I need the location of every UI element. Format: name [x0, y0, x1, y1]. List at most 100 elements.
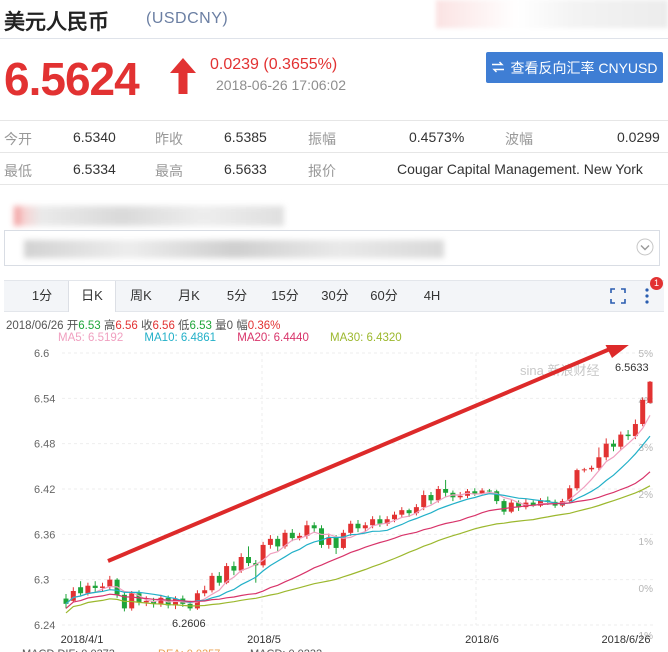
blurred-region — [436, 0, 668, 28]
candle — [486, 490, 492, 492]
tab-15min[interactable]: 15分 — [268, 281, 302, 311]
tab-4h[interactable]: 4H — [418, 281, 446, 311]
y-tick-label: 6.48 — [34, 439, 55, 451]
candle — [428, 495, 434, 501]
page-title: 美元人民币 — [4, 11, 109, 34]
candle — [603, 443, 609, 458]
candle — [85, 585, 91, 594]
tab-1min[interactable]: 1分 — [26, 281, 58, 311]
candle — [362, 525, 368, 529]
candle — [377, 519, 383, 524]
candle — [625, 434, 631, 437]
close-value: 6.56 — [152, 320, 175, 332]
y-tick-label: 6.42 — [34, 484, 55, 496]
candle — [333, 537, 339, 548]
stats-row: 最低 6.5334 最高 6.5633 报价 Cougar Capital Ma… — [0, 152, 668, 185]
percent-tick-label: 1% — [639, 537, 654, 548]
stat-label: 最高 — [155, 163, 183, 179]
swap-icon — [491, 60, 505, 76]
tab-weekly[interactable]: 周K — [124, 281, 158, 311]
stat-value: 6.5385 — [224, 129, 267, 145]
arrow-up-icon — [168, 56, 198, 101]
ma5-label: MA5: 6.5192 — [58, 332, 124, 344]
ma-line — [65, 435, 651, 605]
candle — [443, 489, 449, 493]
stat-label: 最低 — [4, 163, 32, 179]
candle — [399, 510, 405, 515]
y-tick-label: 6.36 — [34, 529, 55, 541]
legend-date: 2018/06/26 — [6, 320, 64, 332]
stats-row: 今开 6.5340 昨收 6.5385 振幅 0.4573% 波幅 0.0299 — [0, 120, 668, 153]
candle — [596, 457, 602, 468]
stat-value: 6.5633 — [224, 161, 267, 177]
stat-label: 昨收 — [155, 131, 183, 147]
candle — [107, 579, 113, 587]
blurred-region — [24, 240, 444, 258]
candle — [457, 495, 463, 498]
moving-averages — [65, 415, 651, 614]
ma10-label: MA10: 6.4861 — [144, 332, 217, 344]
tab-60min[interactable]: 60分 — [366, 281, 402, 311]
x-tick-label: 2018/4/1 — [61, 634, 104, 646]
candle — [246, 557, 251, 564]
fullscreen-icon[interactable] — [610, 288, 626, 309]
tab-monthly[interactable]: 月K — [172, 281, 206, 311]
open-value: 6.53 — [78, 320, 101, 332]
candle — [392, 514, 397, 520]
candle — [581, 469, 587, 471]
candle — [209, 575, 215, 591]
candle — [158, 597, 164, 604]
candle — [370, 519, 376, 526]
candle — [640, 399, 646, 425]
candle — [435, 489, 441, 501]
volume-label: 量 — [215, 320, 227, 332]
tab-5min[interactable]: 5分 — [222, 281, 252, 311]
candle — [311, 525, 317, 529]
tab-30min[interactable]: 30分 — [318, 281, 352, 311]
percent-tick-label: 5% — [639, 349, 654, 360]
price-change: 0.0239 (0.3655%) — [210, 56, 338, 73]
high-value: 6.56 — [115, 320, 138, 332]
candle — [267, 538, 273, 545]
ohlc-legend: 2018/06/26 开6.53 高6.56 收6.56 低6.53 量0 幅0… — [6, 317, 280, 333]
dea-label: DEA: 0.0257 — [158, 648, 220, 652]
candle — [355, 523, 361, 529]
y-axis: 6.6 6.54 6.48 6.42 6.36 6.3 6.24 — [34, 348, 55, 632]
reverse-rate-label: 查看反向汇率 CNYUSD — [510, 59, 658, 76]
symbol-code: (USDCNY) — [146, 10, 229, 27]
current-price: 6.5624 — [4, 53, 140, 105]
reverse-rate-button[interactable]: 查看反向汇率 CNYUSD — [486, 52, 663, 83]
stat-value: 0.0299 — [617, 129, 660, 145]
candle — [589, 467, 595, 470]
candle — [618, 434, 624, 447]
candles — [63, 380, 653, 612]
annotations: 6.2606 6.5633 — [172, 362, 649, 630]
candle — [611, 443, 616, 447]
notification-badge: 1 — [650, 277, 663, 290]
macd-dif-label: MACD DIF: 0.0373 — [22, 648, 115, 652]
candle — [647, 381, 653, 403]
candle — [340, 532, 346, 548]
candle — [289, 532, 295, 539]
macd-value-label: MACD: 0.0232 — [250, 648, 322, 652]
x-tick-label: 2018/5 — [247, 634, 281, 646]
stat-value: 0.4573% — [409, 129, 465, 145]
candle — [275, 538, 281, 547]
chevron-down-icon[interactable] — [636, 238, 654, 261]
y-tick-label: 6.24 — [34, 620, 55, 632]
percent-tick-label: 2% — [639, 490, 654, 501]
candle — [129, 593, 135, 609]
x-tick-label: 2018/6/26 — [602, 634, 651, 646]
more-menu-icon[interactable] — [644, 287, 650, 310]
candle — [348, 523, 354, 533]
macd-legend: MACD DIF: 0.0373 DEA: 0.0257 MACD: 0.0232 — [22, 648, 322, 652]
stat-value: 6.5334 — [73, 161, 116, 177]
y-tick-label: 6.6 — [34, 348, 49, 360]
candlestick-chart: 6.66.546.486.426.366.36.24 5%4%3%2%1%0%-… — [22, 345, 654, 652]
blurred-region — [14, 206, 284, 226]
tab-daily[interactable]: 日K — [68, 281, 116, 312]
trend-line — [107, 347, 611, 563]
candle — [319, 528, 324, 545]
amplitude-value: 0.36% — [247, 320, 281, 332]
quote-timestamp: 2018-06-26 17:06:02 — [216, 77, 346, 93]
